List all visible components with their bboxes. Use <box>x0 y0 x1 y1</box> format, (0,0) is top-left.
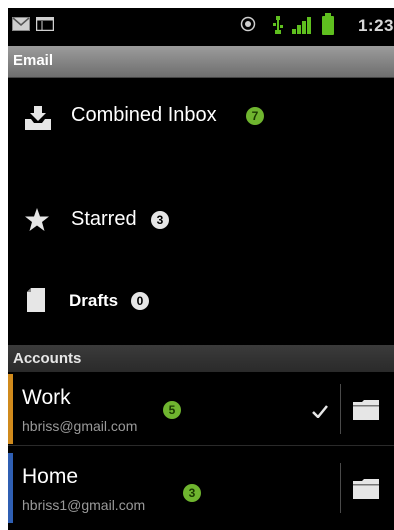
app-title-bar: Email <box>8 46 394 78</box>
account-color-stripe <box>8 453 13 523</box>
status-bar: 1:23 <box>8 8 394 46</box>
calendar-icon <box>36 17 54 31</box>
account-email: hbriss1@gmail.com <box>22 497 146 513</box>
checkmark-icon <box>312 405 328 418</box>
folder-icon[interactable] <box>353 400 379 420</box>
divider <box>340 463 341 513</box>
folder-combined-inbox[interactable]: Combined Inbox 7 <box>8 78 394 158</box>
section-title: Accounts <box>13 350 82 367</box>
account-name: Work <box>22 386 71 409</box>
signal-icon <box>292 17 311 34</box>
folder-label: Starred <box>71 208 137 230</box>
drafts-icon <box>27 288 45 312</box>
clock: 1:23 <box>357 16 394 35</box>
folder-label: Drafts <box>69 291 119 310</box>
folder-drafts[interactable]: Drafts 0 <box>8 268 394 338</box>
inbox-icon <box>25 106 51 130</box>
location-icon <box>240 16 256 32</box>
battery-icon <box>322 13 334 35</box>
account-home[interactable]: Home hbriss1@gmail.com 3 <box>8 453 394 523</box>
account-email: hbriss@gmail.com <box>22 418 138 434</box>
unread-count-badge: 3 <box>183 484 201 502</box>
unread-count-badge: 7 <box>246 107 264 125</box>
count-badge: 0 <box>131 292 149 310</box>
count-badge: 3 <box>151 211 169 229</box>
folder-icon[interactable] <box>353 479 379 499</box>
usb-icon <box>273 16 283 34</box>
row-divider <box>8 445 394 446</box>
accounts-section-header: Accounts <box>8 345 394 372</box>
folder-starred[interactable]: Starred 3 <box>8 185 394 255</box>
account-name: Home <box>22 465 79 488</box>
star-icon <box>25 208 49 231</box>
folder-label: Combined Inbox <box>71 104 217 126</box>
account-color-stripe <box>8 374 13 444</box>
email-screen: 1:23 Email Combined Inbox 7 Starred 3 Dr… <box>8 8 394 530</box>
app-title: Email <box>13 52 54 69</box>
gmail-icon <box>12 17 30 31</box>
account-work[interactable]: Work hbriss@gmail.com 5 <box>8 374 394 444</box>
divider <box>340 384 341 434</box>
unread-count-badge: 5 <box>163 401 181 419</box>
